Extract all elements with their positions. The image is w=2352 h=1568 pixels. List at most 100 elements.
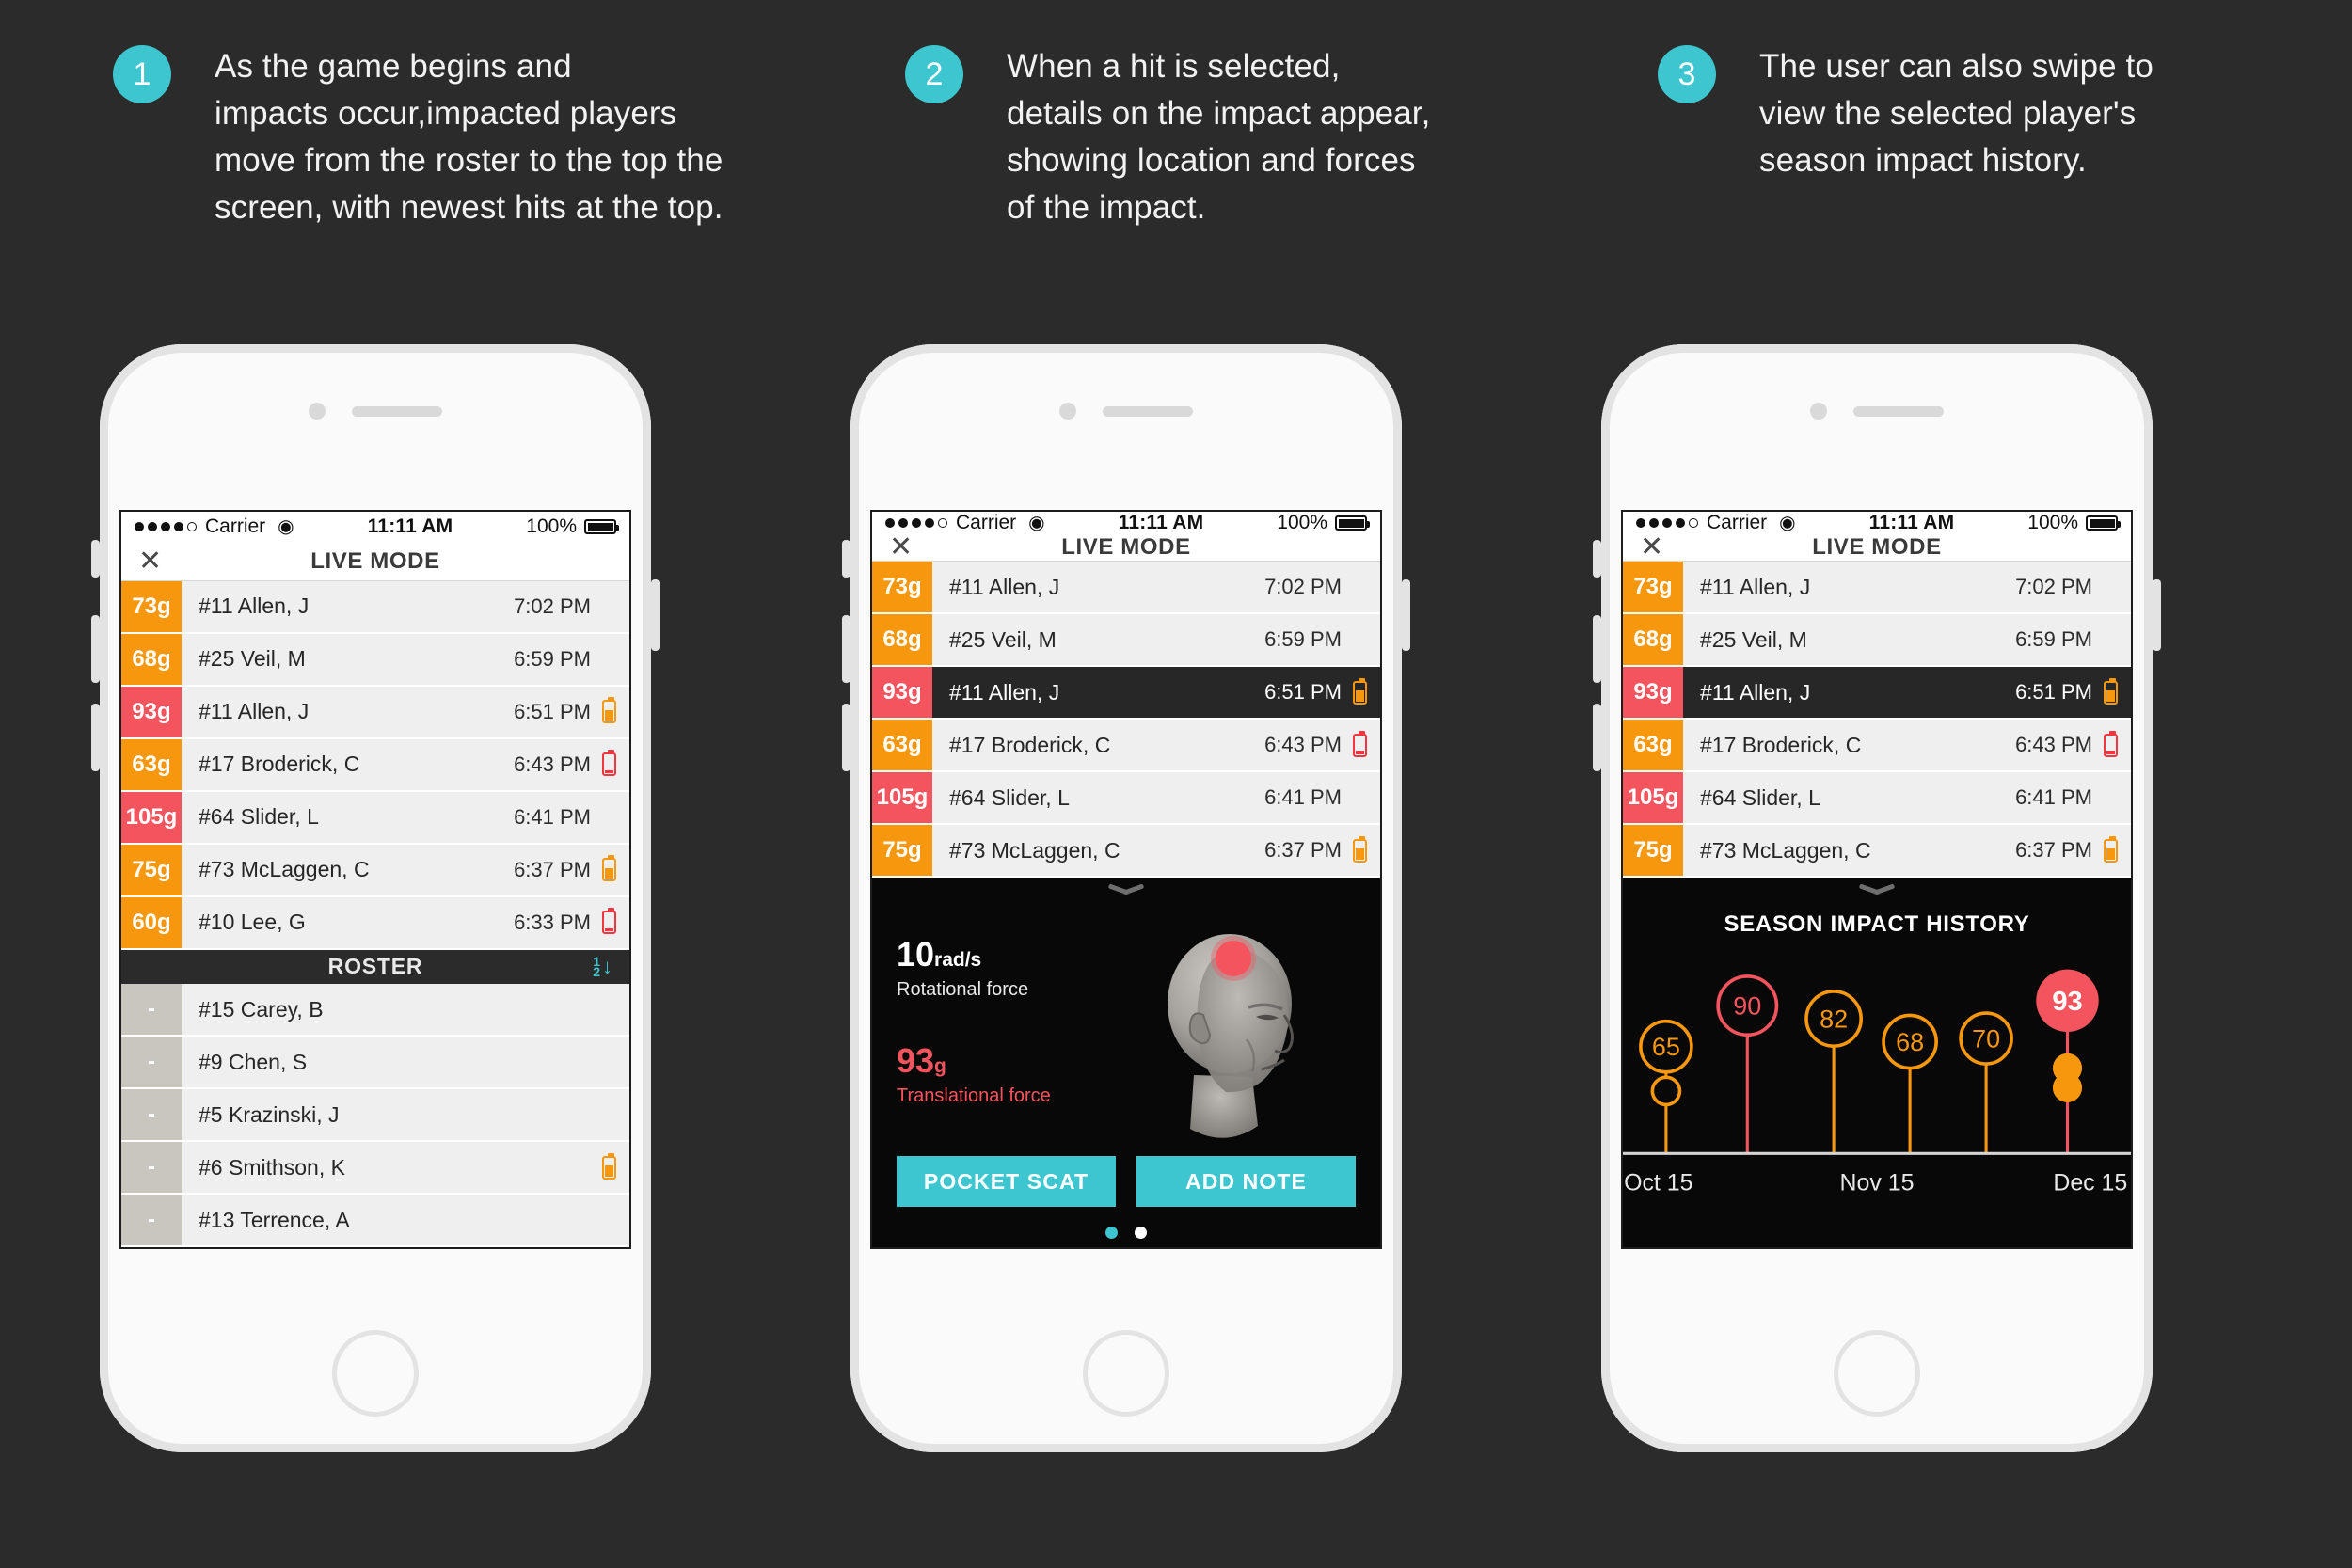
season-impact-chart[interactable]: 65 90 82 68 70 93 Oct 15 Nov 15 Dec 15 <box>1623 943 2131 1237</box>
table-row[interactable]: - #15 Carey, B <box>121 984 629 1037</box>
page-title: LIVE MODE <box>1812 534 1942 560</box>
page-dot-1[interactable] <box>1105 1226 1118 1239</box>
impact-time: 6:59 PM <box>514 646 591 671</box>
chevron-down-icon <box>1861 885 1893 901</box>
impact-marker <box>1216 941 1252 976</box>
impact-time: 6:43 PM <box>514 752 591 776</box>
table-row[interactable]: 93g #11 Allen, J 6:51 PM <box>1623 667 2131 720</box>
camera-lens-icon <box>1059 403 1076 420</box>
table-row[interactable]: 73g #11 Allen, J 7:02 PM <box>1623 562 2131 614</box>
home-button[interactable] <box>332 1330 419 1417</box>
device-battery-icon <box>2104 677 2118 705</box>
device-battery-icon <box>2104 835 2118 863</box>
device-battery-icon <box>602 908 616 935</box>
impact-time: 7:02 PM <box>1264 575 1342 598</box>
panel-collapse-handle[interactable] <box>1623 878 2131 908</box>
table-row[interactable]: 75g #73 McLaggen, C 6:37 PM <box>121 844 629 897</box>
volume-down-button <box>842 704 850 771</box>
table-row[interactable]: 105g #64 Slider, L 6:41 PM <box>872 772 1380 825</box>
impact-force-badge: 93g <box>121 686 182 737</box>
mute-switch <box>842 540 850 578</box>
impact-force-badge: 68g <box>1623 614 1683 665</box>
impact-time: 6:43 PM <box>1264 733 1342 756</box>
player-name: #17 Broderick, C <box>1700 732 1862 757</box>
page-dot-2[interactable] <box>1135 1226 1147 1239</box>
page-indicator[interactable] <box>872 1207 1380 1247</box>
step-caption-text: The user can also swipe to view the sele… <box>1759 48 2153 179</box>
impact-force-badge: 75g <box>872 825 932 876</box>
page-title: LIVE MODE <box>1061 534 1191 560</box>
impact-hit-list[interactable]: 73g #11 Allen, J 7:02 PM 68g #25 Veil, M 6:59… <box>121 580 629 950</box>
table-row[interactable]: 93g #11 Allen, J 6:51 PM <box>872 667 1380 720</box>
home-button[interactable] <box>1083 1330 1169 1417</box>
pocket-scat-button[interactable]: POCKET SCAT <box>897 1156 1116 1207</box>
impact-force-badge: 60g <box>121 896 182 948</box>
table-row[interactable]: - #6 Smithson, K <box>121 1142 629 1196</box>
x-axis-tick-label: Dec 15 <box>2053 1170 2127 1196</box>
table-row[interactable]: - #13 Terrence, A <box>121 1195 629 1247</box>
force-readouts: 10rad/s Rotational force 93g Translation… <box>897 913 1109 1152</box>
rotational-force-label: Rotational force <box>897 979 1029 1000</box>
close-icon[interactable]: ✕ <box>138 546 162 576</box>
player-name: #73 McLaggen, C <box>949 837 1120 863</box>
earpiece-speaker <box>1103 405 1193 417</box>
table-row[interactable]: 68g #25 Veil, M 6:59 PM <box>1623 614 2131 667</box>
table-row[interactable]: 68g #25 Veil, M 6:59 PM <box>872 614 1380 667</box>
impact-force-badge: 105g <box>1623 772 1683 823</box>
volume-up-button <box>1593 615 1601 683</box>
table-row[interactable]: 105g #64 Slider, L 6:41 PM <box>1623 772 2131 825</box>
impact-time: 6:41 PM <box>514 804 591 829</box>
player-name: #25 Veil, M <box>949 626 1057 652</box>
impact-marker-small <box>1650 1075 1682 1107</box>
table-row[interactable]: 63g #17 Broderick, C 6:43 PM <box>1623 720 2131 772</box>
wifi-icon: ◉ <box>1779 513 1796 533</box>
impact-force-badge: 93g <box>872 667 932 718</box>
table-row[interactable]: 93g #11 Allen, J 6:51 PM <box>121 686 629 739</box>
player-name: #73 McLaggen, C <box>199 857 370 882</box>
table-row[interactable]: 75g #73 McLaggen, C 6:37 PM <box>872 825 1380 878</box>
impact-hit-list[interactable]: 73g #11 Allen, J 7:02 PM 68g #25 Veil, M 6:59… <box>1623 562 2131 878</box>
volume-down-button <box>1593 704 1601 771</box>
rotational-force-value: 10rad/s <box>897 935 982 974</box>
page-indicator[interactable] <box>1623 1237 2131 1247</box>
player-name: #6 Smithson, K <box>199 1154 345 1180</box>
translational-force-block: 93g Translational force <box>897 1044 1109 1107</box>
carrier-label: Carrier <box>1707 512 1768 533</box>
panel-collapse-handle[interactable] <box>872 878 1380 908</box>
home-button[interactable] <box>1834 1330 1920 1417</box>
clock-label: 11:11 AM <box>367 515 453 538</box>
table-row[interactable]: 73g #11 Allen, J 7:02 PM <box>872 562 1380 614</box>
player-name: #64 Slider, L <box>199 804 319 830</box>
history-title: SEASON IMPACT HISTORY <box>1724 911 2030 937</box>
table-row[interactable]: - #9 Chen, S <box>121 1037 629 1090</box>
roster-player-list[interactable]: - #15 Carey, B - #9 Chen, S - #5 Krazinski, J… <box>121 984 629 1247</box>
impact-force-badge: 93g <box>1623 667 1683 718</box>
impact-time: 6:51 PM <box>514 699 591 723</box>
volume-up-button <box>842 615 850 683</box>
table-row[interactable]: 68g #25 Veil, M 6:59 PM <box>121 633 629 687</box>
table-row[interactable]: 75g #73 McLaggen, C 6:37 PM <box>1623 825 2131 878</box>
power-button <box>651 579 660 651</box>
app-screen-2: Carrier ◉ 11:11 AM 100% ✕ LIVE MODE 73g #… <box>870 510 1382 1249</box>
caption-step-1: 1 As the game begins and impacts occur,i… <box>113 43 771 231</box>
impact-value-label: 65 <box>1652 1033 1680 1061</box>
table-row[interactable]: 63g #17 Broderick, C 6:43 PM <box>872 720 1380 772</box>
page-title: LIVE MODE <box>310 547 440 574</box>
table-row[interactable]: 73g #11 Allen, J 7:02 PM <box>121 580 629 634</box>
table-row[interactable]: 60g #10 Lee, G 6:33 PM <box>121 896 629 950</box>
close-icon[interactable]: ✕ <box>889 533 913 562</box>
battery-full-icon <box>1335 515 1370 531</box>
impact-hit-list[interactable]: 73g #11 Allen, J 7:02 PM 68g #25 Veil, M 6:59… <box>872 562 1380 878</box>
impact-time: 7:02 PM <box>514 594 591 618</box>
table-row[interactable]: 63g #17 Broderick, C 6:43 PM <box>121 738 629 792</box>
add-note-button[interactable]: ADD NOTE <box>1136 1156 1356 1207</box>
x-axis-tick-label: Oct 15 <box>1624 1170 1692 1196</box>
player-name: #25 Veil, M <box>199 646 306 672</box>
table-row[interactable]: 105g #64 Slider, L 6:41 PM <box>121 791 629 845</box>
table-row[interactable]: - #5 Krazinski, J <box>121 1089 629 1143</box>
carrier-label: Carrier <box>205 515 266 538</box>
sort-numeric-down-icon[interactable]: 1 2 ↓ <box>593 955 612 978</box>
carrier-label: Carrier <box>956 512 1017 533</box>
impact-value-label: 68 <box>1896 1028 1924 1056</box>
close-icon[interactable]: ✕ <box>1640 533 1663 562</box>
